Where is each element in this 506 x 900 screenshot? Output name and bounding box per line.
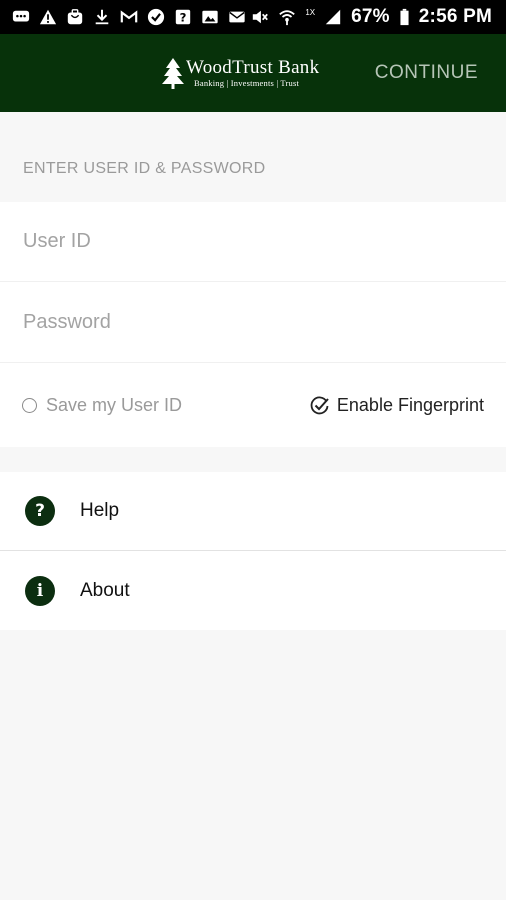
enable-fingerprint-label: Enable Fingerprint — [336, 395, 484, 415]
help-icon: ? — [25, 496, 55, 526]
bag-icon — [66, 8, 84, 26]
save-user-id-toggle[interactable]: Save my User ID — [22, 395, 182, 416]
menu-card: ? Help i About — [0, 472, 506, 630]
menu-item-about[interactable]: i About — [0, 552, 506, 630]
battery-icon — [399, 8, 410, 26]
check-badge-icon — [147, 8, 165, 26]
status-bar: ? 1X 67% 2:56 PM — [0, 0, 506, 34]
mail-icon — [228, 8, 246, 26]
app-header: WoodTrust Bank Banking | Investments | T… — [0, 34, 506, 112]
user-id-input[interactable] — [0, 202, 506, 282]
woodtrust-logo: WoodTrust Bank Banking | Investments | T… — [162, 58, 319, 90]
gmail-icon — [120, 8, 138, 26]
wifi-icon — [278, 8, 296, 26]
clock-time: 2:56 PM — [418, 6, 492, 27]
menu-item-help[interactable]: ? Help — [0, 472, 506, 551]
info-icon: i — [25, 576, 55, 606]
svg-text:?: ? — [180, 11, 187, 25]
login-options-row: Save my User ID Enable Fingerprint — [0, 364, 506, 447]
save-user-id-radio[interactable] — [22, 398, 37, 413]
download-icon — [93, 8, 111, 26]
check-circle-icon[interactable] — [309, 395, 331, 417]
signal-icon — [324, 8, 342, 26]
notification-icons: ? — [12, 8, 246, 26]
battery-percent: 67% — [351, 6, 390, 27]
system-icons: 1X 67% 2:56 PM — [251, 6, 492, 28]
menu-item-label: Help — [80, 500, 120, 521]
question-box-icon: ? — [174, 8, 192, 26]
save-user-id-label: Save my User ID — [46, 395, 183, 415]
logo-title: WoodTrust Bank — [186, 57, 320, 78]
login-section-label: ENTER USER ID & PASSWORD — [23, 160, 266, 177]
logo-subtitle: Banking | Investments | Trust — [194, 78, 300, 88]
image-icon — [201, 8, 219, 26]
enable-fingerprint-toggle[interactable]: Enable Fingerprint — [309, 395, 484, 417]
network-type-label: 1X — [305, 7, 316, 17]
chat-icon — [12, 8, 30, 26]
mute-icon — [251, 8, 269, 26]
alert-icon — [39, 8, 57, 26]
tree-icon — [162, 58, 184, 89]
login-card: Save my User ID Enable Fingerprint — [0, 202, 506, 447]
menu-item-label: About — [80, 580, 130, 601]
continue-button[interactable]: CONTINUE — [375, 62, 478, 84]
password-input[interactable] — [0, 283, 506, 363]
